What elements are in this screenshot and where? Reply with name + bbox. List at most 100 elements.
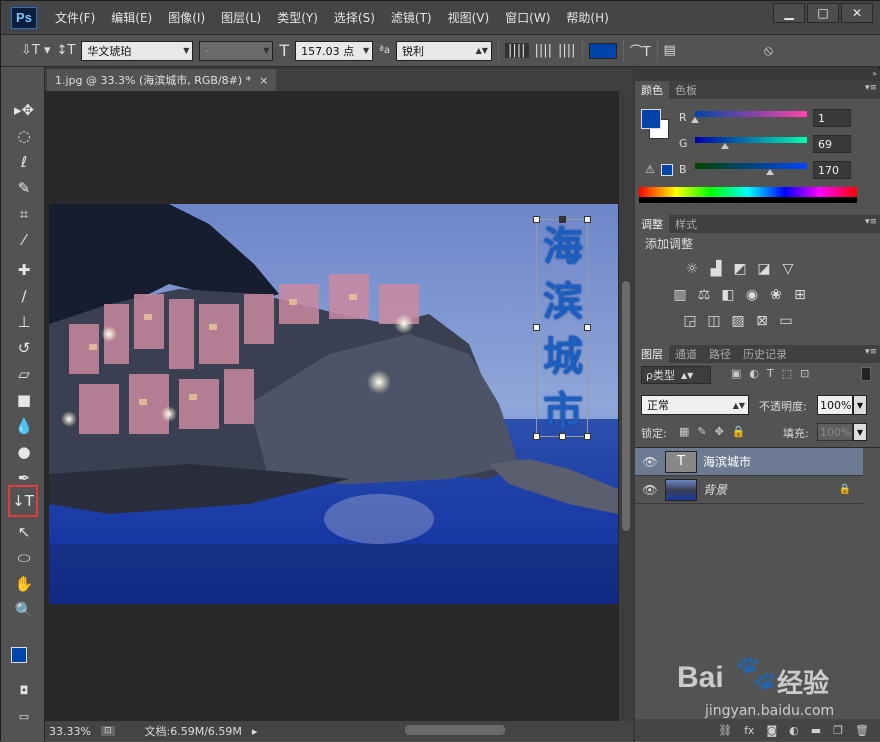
panel-collapse-icon[interactable]: » [635, 69, 880, 81]
toggle-orientation-icon[interactable]: ↕T [57, 43, 76, 58]
opacity-dropdown-icon[interactable]: ▼ [853, 395, 867, 415]
g-slider[interactable] [695, 137, 807, 149]
black-white-icon[interactable]: ◧ [719, 287, 737, 303]
channel-mixer-icon[interactable]: ❀ [767, 287, 785, 303]
move-tool-icon[interactable]: ▸✥ [11, 99, 37, 121]
color-spectrum-bar[interactable] [639, 187, 857, 203]
marquee-tool-icon[interactable]: ◌ [11, 125, 37, 147]
status-arrow-icon[interactable]: ▸ [252, 725, 258, 738]
photo-canvas[interactable]: 海 滨 城 市 [49, 204, 618, 604]
document-tab[interactable]: 1.jpg @ 33.3% (海滨城市, RGB/8#) * × [47, 69, 277, 91]
eyedropper-tool-icon[interactable]: ⁄ [11, 229, 37, 251]
invert-icon[interactable]: ◲ [681, 313, 699, 329]
menu-edit[interactable]: 编辑(E) [103, 9, 160, 26]
lock-pixels-icon[interactable]: ✎ [697, 425, 706, 438]
panel-menu-icon[interactable]: ▾≡ [865, 217, 877, 227]
text-bounding-box[interactable]: 海 滨 城 市 [533, 216, 591, 440]
transform-handle[interactable] [533, 324, 540, 331]
tab-adjustments[interactable]: 调整 [635, 215, 669, 233]
brush-tool-icon[interactable]: ∕ [11, 285, 37, 307]
filter-smart-icon[interactable]: ⊡ [800, 367, 809, 380]
filter-pixel-icon[interactable]: ▣ [731, 367, 741, 380]
tab-color[interactable]: 颜色 [635, 81, 669, 99]
transform-handle[interactable] [559, 433, 566, 440]
text-color-swatch[interactable] [588, 42, 617, 59]
color-balance-icon[interactable]: ⚖ [695, 287, 713, 303]
b-value-input[interactable]: 170 [813, 161, 851, 179]
tab-paths[interactable]: 路径 [703, 345, 737, 363]
brightness-icon[interactable]: ☼ [683, 261, 701, 277]
menu-select[interactable]: 选择(S) [326, 9, 383, 26]
anti-alias-select[interactable]: 锐利 ▲▼ [395, 40, 492, 61]
lock-all-icon[interactable]: 🔒 [732, 425, 746, 438]
visibility-eye-icon[interactable]: 👁 [635, 483, 665, 497]
r-slider-thumb[interactable] [691, 117, 700, 123]
fill-input[interactable]: 100% [817, 423, 853, 441]
eraser-tool-icon[interactable]: ▱ [11, 363, 37, 385]
character-panel-icon[interactable]: ▤ [664, 43, 676, 58]
color-lookup-icon[interactable]: ⊞ [791, 287, 809, 303]
lock-position-icon[interactable]: ✥ [715, 425, 724, 438]
crop-tool-icon[interactable]: ⌗ [11, 203, 37, 225]
clone-stamp-tool-icon[interactable]: ⊥ [11, 311, 37, 333]
posterize-icon[interactable]: ◫ [705, 313, 723, 329]
close-button[interactable]: ✕ [841, 3, 873, 23]
vibrance-icon[interactable]: ▽ [779, 261, 797, 277]
layer-filter-select[interactable]: ρ类型 ▲▼ [641, 366, 711, 384]
filter-type-icon[interactable]: T [767, 367, 774, 380]
photo-filter-icon[interactable]: ◉ [743, 287, 761, 303]
dodge-tool-icon[interactable]: ● [11, 441, 37, 463]
opacity-input[interactable]: 100% [817, 395, 853, 415]
transform-handle[interactable] [584, 216, 591, 223]
hue-sat-icon[interactable]: ▥ [671, 287, 689, 303]
transform-handle[interactable] [584, 433, 591, 440]
gradient-map-icon[interactable]: ▭ [777, 313, 795, 329]
scrollbar-thumb[interactable] [622, 281, 630, 531]
lasso-tool-icon[interactable]: ℓ [11, 151, 37, 173]
healing-brush-tool-icon[interactable]: ✚ [11, 259, 37, 281]
status-icon[interactable]: ⊡ [100, 726, 115, 736]
threshold-icon[interactable]: ▨ [729, 313, 747, 329]
r-slider[interactable] [691, 111, 807, 123]
font-family-select[interactable]: 华文琥珀 ▼ [81, 40, 194, 61]
filter-adjust-icon[interactable]: ◐ [749, 367, 759, 380]
gamut-swatch[interactable] [661, 164, 673, 176]
quick-select-tool-icon[interactable]: ✎ [11, 177, 37, 199]
maximize-button[interactable]: □ [807, 3, 839, 23]
tab-swatches[interactable]: 色板 [669, 81, 703, 99]
vertical-type-tool-selected-icon[interactable]: ↓T [8, 485, 38, 517]
g-slider-thumb[interactable] [721, 143, 730, 149]
menu-file[interactable]: 文件(F) [47, 9, 103, 26]
vertical-scrollbar[interactable] [619, 91, 633, 721]
tab-history[interactable]: 历史记录 [737, 345, 793, 363]
cancel-icon[interactable]: ⦸ [764, 43, 773, 59]
menu-view[interactable]: 视图(V) [440, 9, 498, 26]
fill-dropdown-icon[interactable]: ▼ [853, 423, 867, 441]
layer-name[interactable]: 背景 [703, 481, 727, 498]
transform-handle[interactable] [533, 433, 540, 440]
b-slider[interactable] [695, 163, 807, 175]
panel-menu-icon[interactable]: ▾≡ [865, 83, 877, 93]
font-size-select[interactable]: 157.03 点 ▼ [295, 40, 374, 61]
filter-shape-icon[interactable]: ⬚ [782, 367, 792, 380]
menu-image[interactable]: 图像(I) [160, 9, 213, 26]
menu-window[interactable]: 窗口(W) [497, 9, 558, 26]
panel-menu-icon[interactable]: ▾≡ [865, 347, 877, 357]
minimize-button[interactable]: ▁ [773, 3, 805, 23]
gamut-warning-icon[interactable]: ⚠ [645, 163, 655, 176]
visibility-eye-icon[interactable]: 👁 [635, 455, 665, 469]
transform-handle[interactable] [533, 216, 540, 223]
vertical-text-layer[interactable]: 海 滨 城 市 [541, 220, 585, 440]
blend-mode-select[interactable]: 正常 ▲▼ [641, 395, 749, 415]
gradient-tool-icon[interactable]: ■ [11, 389, 37, 411]
zoom-level[interactable]: 33.33% [49, 725, 91, 738]
layer-name[interactable]: 海滨城市 [703, 453, 751, 470]
transform-handle[interactable] [584, 324, 591, 331]
layer-row-text[interactable]: 👁 T 海滨城市 [635, 448, 863, 476]
layer-row-background[interactable]: 👁 背景 🔒 [635, 476, 863, 504]
menu-type[interactable]: 类型(Y) [269, 9, 326, 26]
color-fg-swatch[interactable] [641, 109, 661, 129]
vertical-type-tool-icon[interactable]: ⇩T ▾ [21, 43, 51, 58]
selective-color-icon[interactable]: ⊠ [753, 313, 771, 329]
g-value-input[interactable]: 69 [813, 135, 851, 153]
